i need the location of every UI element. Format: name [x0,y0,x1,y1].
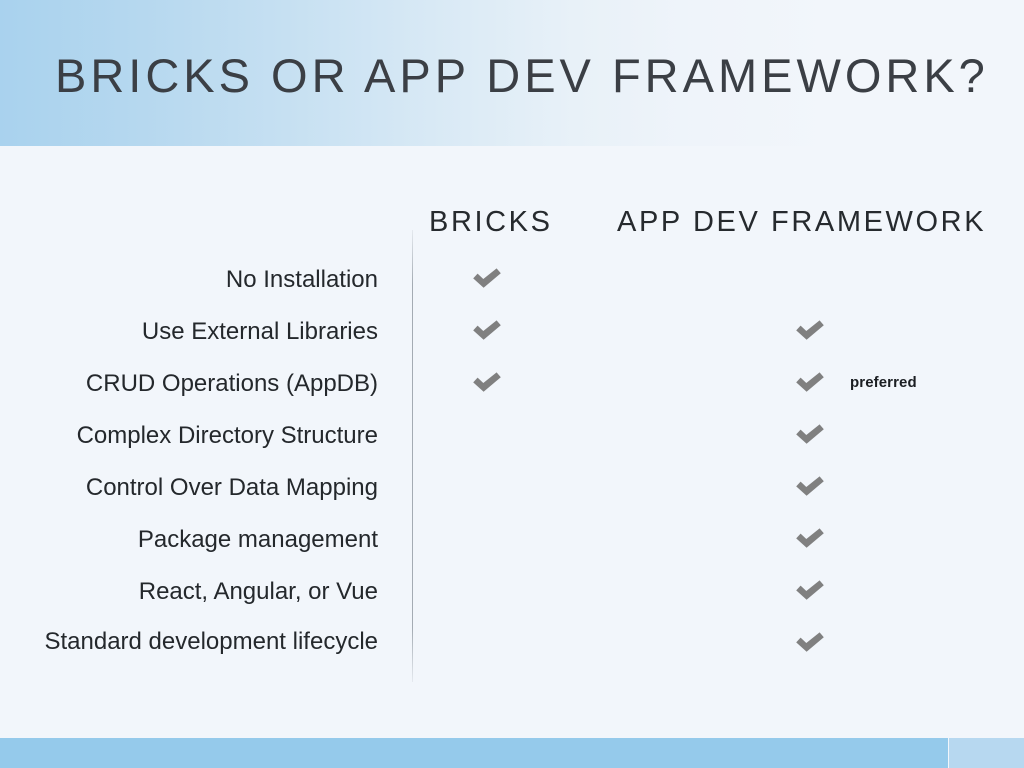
checkmark-icon [793,365,827,399]
checkmark-icon [793,573,827,607]
comparison-table: BRICKS APP DEV FRAMEWORK No Installation… [0,146,1024,738]
row-label: Use External Libraries [141,318,378,345]
row-label: Package management [137,526,378,553]
page-title: BRICKS OR APP DEV FRAMEWORK? [55,49,989,102]
checkmark-icon [793,417,827,451]
table-row: Use External Libraries [0,306,1024,358]
table-row: React, Angular, or Vue [0,566,1024,618]
checkmark-icon [470,365,504,399]
row-label: No Installation [225,266,378,293]
checkmark-icon [793,625,827,659]
checkmark-icon [793,469,827,503]
table-row: CRUD Operations (AppDB) preferred [0,358,1024,410]
checkmark-icon [793,521,827,555]
row-label: React, Angular, or Vue [138,578,378,605]
table-row: Package management [0,514,1024,566]
table-row: Standard development lifecycle [0,618,1024,670]
comparison-row-list: No Installation Use External Libraries CRU… [0,146,1024,738]
row-label: Complex Directory Structure [76,422,378,449]
preferred-note: preferred [850,374,917,391]
footer-bar [0,738,948,768]
checkmark-icon [470,261,504,295]
table-row: No Installation [0,254,1024,306]
checkmark-icon [793,313,827,347]
row-label: CRUD Operations (AppDB) [85,370,378,397]
row-label: Control Over Data Mapping [85,474,378,501]
title-banner: BRICKS OR APP DEV FRAMEWORK? [0,0,1024,146]
table-row: Control Over Data Mapping [0,462,1024,514]
row-label: Standard development lifecycle [44,628,378,655]
checkmark-icon [470,313,504,347]
table-row: Complex Directory Structure [0,410,1024,462]
footer-bar-accent [949,738,1024,768]
